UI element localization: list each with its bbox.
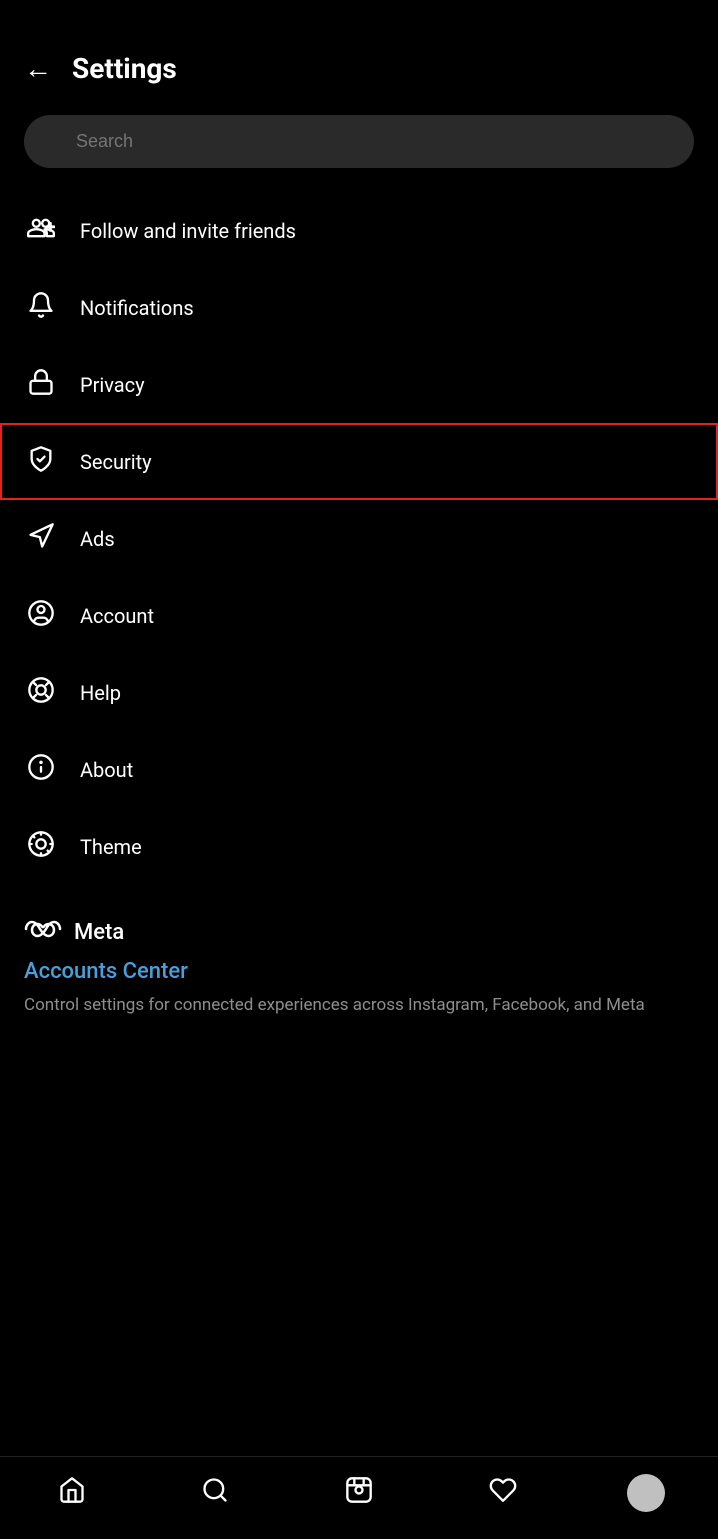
menu-label-security: Security bbox=[80, 450, 152, 474]
menu-item-security[interactable]: Security bbox=[0, 423, 718, 500]
menu-label-help: Help bbox=[80, 681, 121, 705]
avatar bbox=[627, 1474, 665, 1512]
home-icon bbox=[58, 1476, 86, 1511]
menu-label-account: Account bbox=[80, 604, 154, 628]
meta-logo-row: Meta bbox=[24, 917, 694, 947]
nav-profile[interactable] bbox=[616, 1471, 676, 1515]
shield-check-icon bbox=[24, 445, 58, 478]
nav-reels[interactable] bbox=[329, 1471, 389, 1515]
meta-section: Meta Accounts Center Control settings fo… bbox=[0, 885, 718, 1034]
reels-icon bbox=[345, 1476, 373, 1511]
search-wrapper bbox=[24, 115, 694, 168]
accounts-center-link[interactable]: Accounts Center bbox=[24, 959, 694, 984]
menu-label-notifications: Notifications bbox=[80, 296, 194, 320]
page-title: Settings bbox=[72, 52, 177, 85]
nav-search[interactable] bbox=[185, 1471, 245, 1515]
menu-item-account[interactable]: Account bbox=[0, 577, 718, 654]
heart-icon bbox=[489, 1476, 517, 1511]
search-container bbox=[0, 105, 718, 192]
lock-icon bbox=[24, 368, 58, 401]
menu-item-ads[interactable]: Ads bbox=[0, 500, 718, 577]
search-input[interactable] bbox=[24, 115, 694, 168]
bell-icon bbox=[24, 291, 58, 324]
menu-item-help[interactable]: Help bbox=[0, 654, 718, 731]
follow-icon bbox=[24, 214, 58, 247]
menu-label-privacy: Privacy bbox=[80, 373, 145, 397]
accounts-center-description: Control settings for connected experienc… bbox=[24, 994, 694, 1018]
nav-activity[interactable] bbox=[473, 1471, 533, 1515]
menu-item-theme[interactable]: Theme bbox=[0, 808, 718, 885]
lifebuoy-icon bbox=[24, 676, 58, 709]
palette-icon bbox=[24, 830, 58, 863]
menu-item-about[interactable]: About bbox=[0, 731, 718, 808]
meta-logo-icon bbox=[24, 917, 62, 947]
menu-item-follow-invite[interactable]: Follow and invite friends bbox=[0, 192, 718, 269]
person-circle-icon bbox=[24, 599, 58, 632]
menu-label-about: About bbox=[80, 758, 133, 782]
menu-label-follow-invite: Follow and invite friends bbox=[80, 219, 296, 243]
search-nav-icon bbox=[201, 1476, 229, 1511]
menu-list: Follow and invite friends Notifications … bbox=[0, 192, 718, 885]
menu-label-ads: Ads bbox=[80, 527, 115, 551]
content-area: Follow and invite friends Notifications … bbox=[0, 192, 718, 1134]
menu-item-notifications[interactable]: Notifications bbox=[0, 269, 718, 346]
megaphone-icon bbox=[24, 522, 58, 555]
back-button[interactable]: ← bbox=[24, 55, 52, 83]
menu-label-theme: Theme bbox=[80, 835, 142, 859]
menu-item-privacy[interactable]: Privacy bbox=[0, 346, 718, 423]
info-circle-icon bbox=[24, 753, 58, 786]
nav-home[interactable] bbox=[42, 1471, 102, 1515]
meta-label: Meta bbox=[74, 920, 124, 945]
bottom-nav bbox=[0, 1456, 718, 1539]
header: ← Settings bbox=[0, 0, 718, 105]
